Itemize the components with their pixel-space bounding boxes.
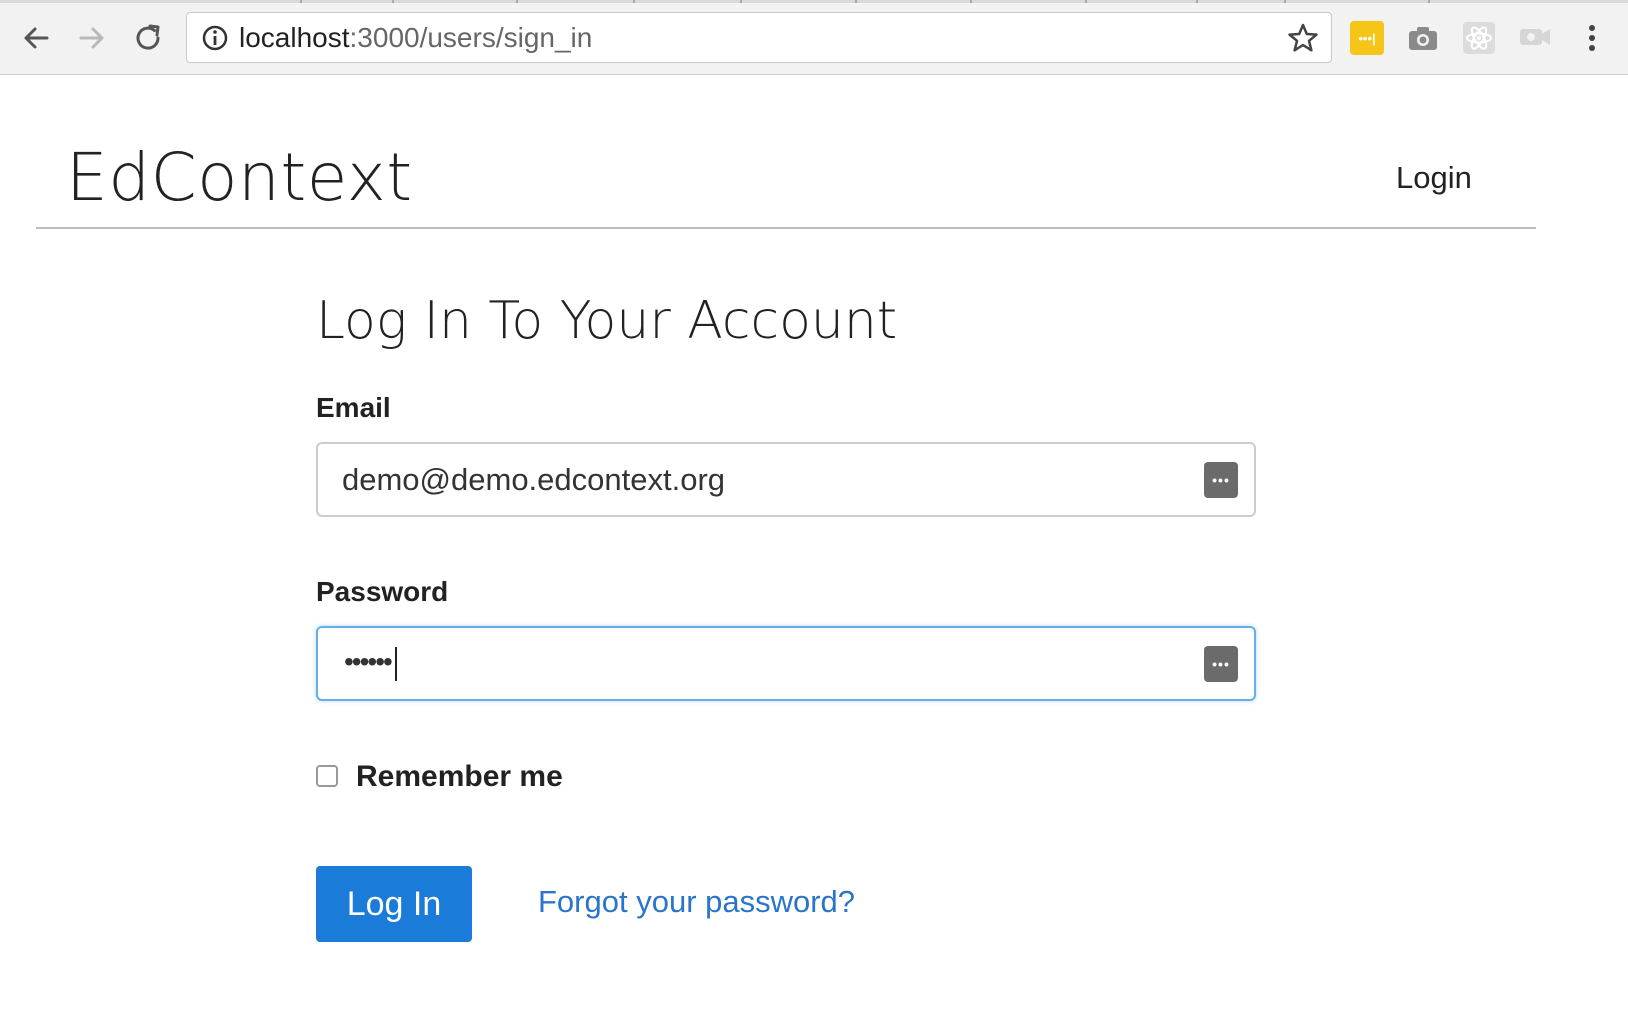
lastpass-dots: ••• — [1212, 472, 1230, 488]
react-icon — [1463, 22, 1495, 54]
remember-me-label[interactable]: Remember me — [356, 760, 563, 794]
email-value: demo@demo.edcontext.org — [342, 462, 726, 497]
cast-icon — [1520, 29, 1550, 45]
password-value: •••••• — [344, 644, 397, 681]
back-arrow-icon — [24, 27, 49, 49]
camera-extension-button[interactable] — [1406, 21, 1440, 55]
page-title: Log In To Your Account — [316, 291, 898, 351]
menu-dots-icon[interactable] — [1580, 18, 1604, 58]
header-divider — [36, 227, 1536, 229]
cast-extension-button[interactable] — [1518, 21, 1552, 55]
reload-icon — [136, 24, 160, 50]
tab-strip — [0, 0, 1628, 3]
camera-icon — [1409, 27, 1437, 50]
lastpass-dots: ••• — [1212, 656, 1230, 672]
forward-button[interactable] — [72, 18, 112, 58]
react-devtools-button[interactable] — [1462, 21, 1496, 55]
email-label: Email — [316, 392, 391, 423]
brand-logo[interactable]: EdContext — [66, 140, 413, 216]
lastpass-field-icon[interactable]: ••• — [1204, 646, 1238, 682]
reload-button[interactable] — [128, 18, 168, 58]
password-mask: •••••• — [344, 646, 393, 677]
address-bar[interactable]: localhost:3000/users/sign_in — [186, 12, 1332, 63]
remember-me-checkbox[interactable] — [316, 765, 338, 787]
forward-arrow-icon — [79, 27, 104, 49]
star-icon[interactable] — [1287, 22, 1319, 54]
forgot-password-link[interactable]: Forgot your password? — [538, 884, 855, 920]
email-field[interactable]: demo@demo.edcontext.org ••• — [316, 442, 1256, 517]
text-caret — [394, 646, 397, 681]
lastpass-field-icon[interactable]: ••• — [1204, 462, 1238, 498]
browser-toolbar: localhost:3000/users/sign_in •••| — [0, 0, 1628, 75]
nav-login-link[interactable]: Login — [1396, 160, 1472, 196]
login-button[interactable]: Log In — [316, 866, 472, 942]
url-host: localhost — [239, 22, 350, 53]
back-button[interactable] — [16, 18, 56, 58]
password-field[interactable]: •••••• ••• — [316, 626, 1256, 701]
url-path: :3000/users/sign_in — [349, 22, 593, 53]
lastpass-icon: •••| — [1358, 30, 1376, 46]
url-text[interactable]: localhost:3000/users/sign_in — [239, 23, 592, 53]
info-icon[interactable] — [201, 24, 229, 52]
lastpass-extension-button[interactable]: •••| — [1350, 21, 1384, 55]
password-label: Password — [316, 576, 449, 607]
